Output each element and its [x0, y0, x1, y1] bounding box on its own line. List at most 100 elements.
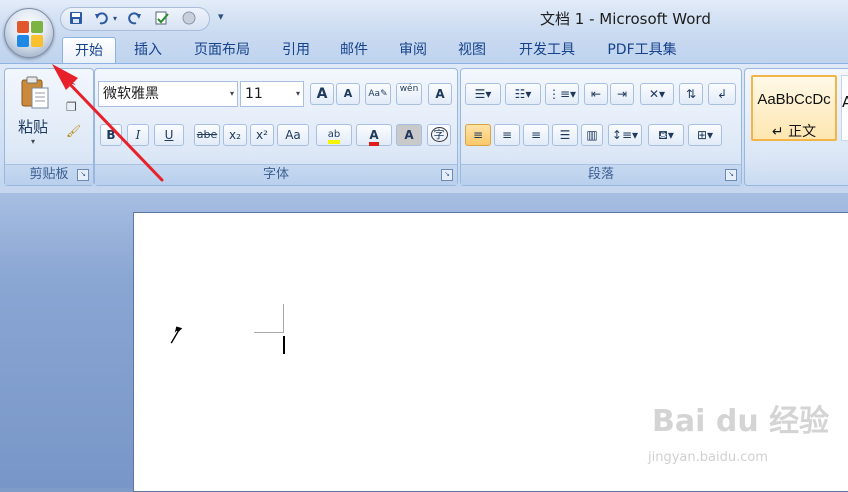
sort-button[interactable]: ⇅ [679, 83, 703, 105]
character-border-button[interactable]: A [428, 83, 452, 105]
increase-indent-button[interactable]: ⇥ [610, 83, 634, 105]
superscript-button[interactable]: x² [250, 124, 274, 146]
enclose-characters-button[interactable]: 字 [427, 124, 451, 146]
underline-button[interactable]: U [154, 124, 184, 146]
font-size-value: 11 [245, 86, 263, 102]
text-caret [283, 336, 285, 354]
tab-developer[interactable]: 开发工具 [507, 37, 587, 63]
tab-insert[interactable]: 插入 [124, 37, 172, 63]
quick-access-toolbar: ▾ [60, 7, 210, 31]
copy-icon[interactable]: ❐ [66, 100, 77, 114]
decrease-indent-icon: ⇤ [590, 87, 602, 101]
font-size-combo[interactable]: 11 ▾ [240, 81, 304, 107]
change-case-button[interactable]: Aa [277, 124, 309, 146]
font-name-dropdown-icon[interactable]: ▾ [230, 82, 234, 106]
tab-view[interactable]: 视图 [448, 37, 496, 63]
margin-marker-horizontal [254, 332, 284, 333]
grow-font-button[interactable]: A [310, 83, 334, 105]
decrease-indent-button[interactable]: ⇤ [584, 83, 608, 105]
tab-home[interactable]: 开始 [62, 37, 116, 64]
tab-pdf-tools[interactable]: PDF工具集 [597, 37, 687, 63]
character-shading-button[interactable]: A [396, 124, 422, 146]
asian-layout-icon: ✕▾ [648, 87, 666, 101]
font-color-icon: A [369, 128, 379, 146]
tab-mailings[interactable]: 邮件 [330, 37, 378, 63]
style-normal[interactable]: AaBbCcDc ↵ 正文 [751, 75, 837, 141]
paste-dropdown-icon[interactable]: ▾ [31, 137, 35, 146]
sort-icon: ⇅ [685, 87, 697, 101]
font-color-button[interactable]: A [356, 124, 392, 146]
shading-button[interactable]: ⛾▾ [648, 124, 684, 146]
enclose-characters-icon: 字 [430, 127, 448, 142]
font-name-value: 微软雅黑 [103, 86, 159, 102]
asian-layout-button[interactable]: ✕▾ [640, 83, 674, 105]
highlight-button[interactable]: ab [316, 124, 352, 146]
italic-button[interactable]: I [127, 124, 149, 146]
align-left-button[interactable]: ≡ [465, 124, 491, 146]
undo-icon[interactable] [93, 11, 109, 27]
tab-review[interactable]: 审阅 [389, 37, 437, 63]
numbering-button[interactable]: ☷▾ [505, 83, 541, 105]
format-painter-icon[interactable]: 🖌 [66, 124, 81, 138]
justify-icon: ☰ [559, 128, 571, 142]
paragraph-group-label: 段落 [461, 164, 741, 185]
bullets-icon: ☰▾ [474, 87, 492, 101]
mouse-pointer-icon [170, 325, 184, 345]
phonetic-guide-button[interactable]: wén [396, 83, 422, 105]
bullets-button[interactable]: ☰▾ [465, 83, 501, 105]
increase-indent-icon: ⇥ [616, 87, 628, 101]
numbering-icon: ☷▾ [514, 87, 532, 101]
borders-icon: ⊞▾ [696, 128, 714, 142]
paragraph-launcher-icon[interactable]: ↘ [725, 169, 737, 181]
multilevel-list-icon: ⋮≡▾ [547, 87, 577, 101]
align-right-button[interactable]: ≡ [523, 124, 549, 146]
borders-button[interactable]: ⊞▾ [688, 124, 722, 146]
distributed-icon: ▥ [586, 128, 598, 142]
paste-button-label[interactable]: 粘贴 [18, 116, 48, 137]
bold-button[interactable]: B [100, 124, 122, 146]
align-center-icon: ≡ [501, 128, 513, 142]
customize-quick-access-icon[interactable]: ▾ [218, 10, 224, 23]
align-center-button[interactable]: ≡ [494, 124, 520, 146]
spelling-icon[interactable] [153, 11, 171, 27]
clear-format-button[interactable]: Aa✎ [365, 83, 391, 105]
circle-icon[interactable] [181, 11, 197, 27]
align-left-icon: ≡ [472, 128, 484, 142]
highlight-icon: ab [327, 129, 341, 144]
paint-bucket-icon: ⛾▾ [658, 128, 674, 142]
undo-dropdown-icon[interactable]: ▾ [111, 11, 119, 27]
justify-button[interactable]: ☰ [552, 124, 578, 146]
clear-format-icon: Aa✎ [368, 89, 388, 99]
show-marks-button[interactable]: ↲ [708, 83, 736, 105]
clipboard-launcher-icon[interactable]: ↘ [77, 169, 89, 181]
cut-icon[interactable]: ✂ [66, 76, 76, 90]
tab-references[interactable]: 引用 [272, 37, 320, 63]
paste-icon[interactable] [20, 76, 50, 110]
subscript-button[interactable]: x₂ [223, 124, 247, 146]
shrink-font-button[interactable]: A [336, 83, 360, 105]
line-spacing-button[interactable]: ↕≡▾ [608, 124, 642, 146]
line-spacing-icon: ↕≡▾ [611, 128, 639, 142]
font-launcher-icon[interactable]: ↘ [441, 169, 453, 181]
distributed-button[interactable]: ▥ [581, 124, 603, 146]
phonetic-guide-icon: wén [399, 84, 419, 94]
font-name-combo[interactable]: 微软雅黑 ▾ [98, 81, 238, 107]
redo-icon[interactable] [127, 11, 143, 27]
office-button[interactable] [4, 8, 54, 58]
font-group-label: 字体 [95, 164, 457, 185]
window-title: 文档 1 - Microsoft Word [540, 10, 711, 28]
style-next[interactable]: A [841, 75, 848, 141]
strikethrough-button[interactable]: abe [194, 124, 220, 146]
margin-marker-vertical [283, 304, 284, 333]
align-right-icon: ≡ [530, 128, 542, 142]
paragraph-mark-icon: ↲ [716, 87, 728, 101]
style-normal-sample: AaBbCcDc [757, 91, 831, 108]
font-size-dropdown-icon[interactable]: ▾ [296, 82, 300, 106]
multilevel-list-button[interactable]: ⋮≡▾ [545, 83, 579, 105]
save-icon[interactable] [68, 11, 84, 27]
tab-page-layout[interactable]: 页面布局 [182, 37, 262, 63]
ruler-strip [0, 187, 848, 193]
baidu-watermark-logo: Bai du 经验 [652, 404, 830, 439]
office-logo-icon [16, 20, 44, 48]
style-normal-name: ↵ 正文 [771, 124, 817, 140]
